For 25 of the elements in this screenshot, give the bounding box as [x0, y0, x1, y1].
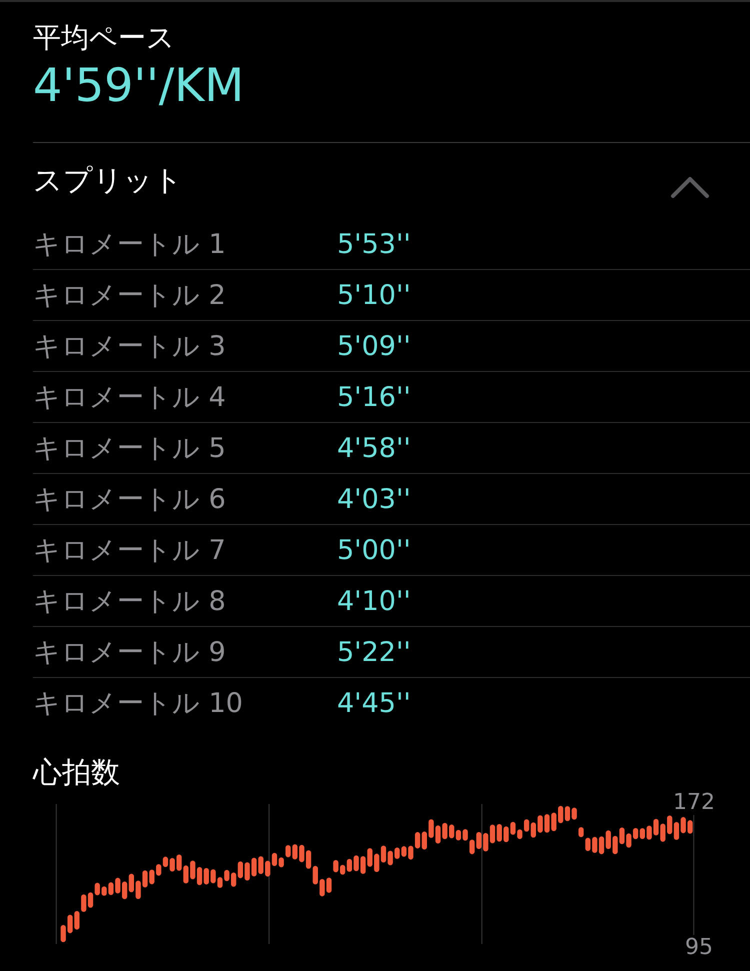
split-pace: 5'00''	[337, 534, 411, 566]
split-pace: 5'09''	[337, 330, 411, 362]
split-label: キロメートル 3	[33, 330, 227, 364]
split-label: キロメートル 7	[33, 534, 227, 568]
split-label: キロメートル 9	[33, 636, 227, 670]
section-title: 心拍数	[33, 754, 121, 791]
split-pace: 4'58''	[337, 432, 411, 464]
section-title: スプリット	[33, 162, 183, 199]
split-pace: 5'22''	[337, 636, 411, 668]
split-label: キロメートル 10	[33, 687, 244, 721]
chevron-up-icon[interactable]	[670, 175, 710, 199]
split-pace: 5'16''	[337, 382, 411, 412]
split-pace: 5'10''	[337, 280, 411, 310]
split-label: キロメートル 8	[33, 585, 227, 619]
split-pace: 4'45''	[337, 688, 411, 718]
split-label: キロメートル 6	[33, 483, 227, 517]
section-title: 平均ペース	[33, 20, 176, 56]
split-pace: 4'03''	[337, 484, 411, 514]
split-label: キロメートル 5	[33, 432, 227, 466]
split-pace: 5'53''	[337, 228, 411, 260]
pace-value: 4'59''/KM	[33, 57, 246, 114]
split-label: キロメートル 2	[33, 279, 227, 313]
split-pace: 4'10''	[337, 586, 411, 616]
split-label: キロメートル 1	[33, 228, 227, 262]
split-label: キロメートル 4	[33, 381, 227, 415]
